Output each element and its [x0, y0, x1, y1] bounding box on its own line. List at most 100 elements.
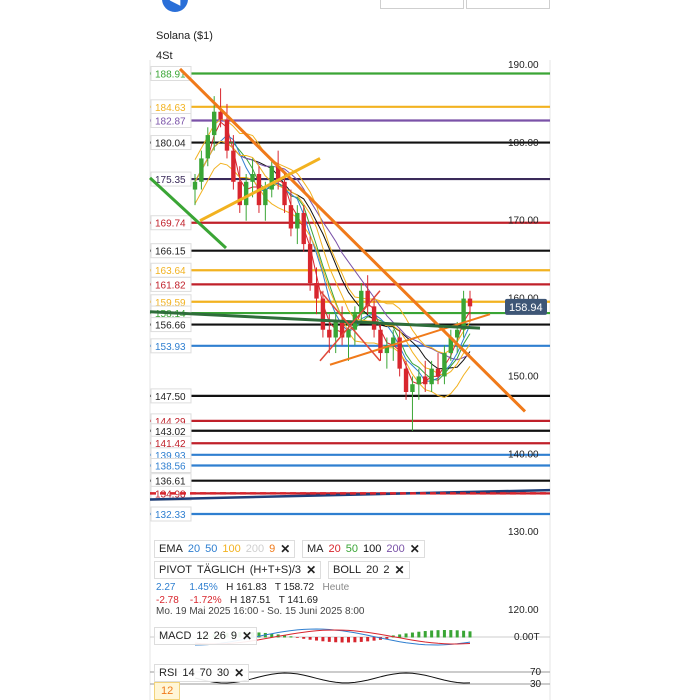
ma-indicator-row[interactable]: MA 20 50 100 200 ✕ [302, 540, 425, 558]
macd-histogram-bar [462, 630, 466, 638]
rsi-indicator-row[interactable]: RSI 14 70 30 ✕ [154, 664, 250, 682]
candle-body [327, 329, 332, 338]
ema-period-1: 20 [187, 543, 201, 555]
candle-body [263, 189, 268, 206]
y-axis-tick-label: 150.00 [508, 371, 539, 382]
macd-histogram-bar [417, 631, 421, 638]
boll-indicator-row[interactable]: BOLL 20 2 ✕ [328, 561, 410, 579]
candle-body [269, 166, 274, 190]
high-2: H 187.51 [229, 595, 271, 606]
ma-period-3: 100 [363, 543, 382, 555]
macd-close-icon[interactable]: ✕ [242, 629, 252, 643]
change-abs-down: -2.78 [156, 595, 179, 606]
macd-histogram-bar [353, 637, 357, 643]
macd-slow: 26 [213, 630, 226, 642]
candle-body [199, 158, 204, 182]
rsi-close-icon[interactable]: ✕ [234, 666, 244, 680]
ema-indicator-row[interactable]: EMA 20 50 100 200 9 ✕ [154, 540, 296, 558]
candle-body [423, 376, 428, 385]
macd-histogram-bar [340, 637, 344, 643]
y-axis-tick-label: 130.00 [508, 527, 539, 538]
macd-histogram-bar [315, 637, 319, 641]
rsi-upper-value: 70 [530, 667, 542, 678]
level-label: 169.74 [155, 219, 186, 230]
macd-histogram-bar [410, 632, 414, 638]
candle-body [416, 376, 422, 385]
candle-body [455, 329, 460, 338]
rsi-period: 14 [182, 667, 195, 679]
level-label: 161.82 [155, 280, 186, 291]
candle-body [250, 174, 255, 182]
ema-close-icon[interactable]: ✕ [280, 542, 290, 556]
date-range: Mo. 19 Mai 2025 16:00 - So. 15 Juni 2025… [156, 606, 365, 617]
change-pct-down: -1.72% [189, 595, 222, 606]
trend-line-navy[interactable] [149, 488, 551, 501]
y-axis-tick-label: 180.00 [508, 138, 539, 149]
trend-line-green[interactable] [149, 310, 481, 330]
y-axis-tick-label: 120.00 [508, 605, 539, 616]
rsi-upper-param: 70 [199, 667, 212, 679]
macd-histogram-bar [442, 630, 446, 638]
candle-body [371, 306, 377, 330]
macd-histogram-bar [372, 637, 376, 641]
macd-histogram-bar [455, 630, 459, 638]
boll-close-icon[interactable]: ✕ [395, 563, 405, 577]
pivot-mode: TÄGLICH [197, 564, 245, 576]
candle-body [333, 321, 338, 338]
ema-period-5: 9 [269, 543, 276, 555]
ma-close-icon[interactable]: ✕ [410, 542, 420, 556]
macd-indicator-row[interactable]: MACD 12 26 9 ✕ [154, 627, 258, 645]
pivot-close-icon[interactable]: ✕ [306, 563, 316, 577]
moving-average-line [194, 140, 471, 381]
stats-row-1: 2.27 1.45% H 161.83 T 158.72 Heute [156, 582, 349, 593]
level-label: 153.93 [155, 342, 186, 353]
macd-histogram-bar [468, 631, 472, 638]
candle-body [320, 298, 326, 330]
ema-period-4: 200 [245, 543, 265, 555]
macd-histogram-bar [404, 633, 408, 638]
ema-period-3: 100 [222, 543, 241, 555]
candle-body [410, 384, 415, 392]
level-label: 180.04 [155, 139, 186, 150]
boll-label: BOLL [333, 564, 362, 576]
candle-body [282, 181, 287, 206]
moving-average-line [194, 134, 471, 382]
ma-period-1: 20 [328, 543, 341, 555]
change-abs-up: 2.27 [156, 582, 176, 593]
macd-histogram-bar [289, 636, 293, 638]
macd-histogram-bar [436, 630, 440, 638]
candle-body [231, 150, 236, 182]
level-label: 138.56 [155, 461, 186, 472]
candle-body [243, 181, 249, 206]
macd-histogram-bar [295, 637, 299, 638]
candle-body [301, 212, 306, 245]
macd-histogram-bar [308, 637, 312, 640]
y-axis-tick-label: 170.00 [508, 216, 539, 227]
macd-histogram-bar [327, 637, 331, 642]
rsi-lower-param: 30 [216, 667, 230, 679]
ma-period-4: 200 [386, 543, 405, 555]
level-label: 147.50 [155, 392, 186, 403]
today-label: Heute [322, 582, 350, 593]
rsi-period-box[interactable]: 12 [154, 682, 181, 700]
macd-value: 0.00T [514, 632, 540, 643]
macd-label: MACD [159, 630, 192, 642]
pivot-formula: (H+T+S)/3 [249, 564, 302, 576]
ma-period-2: 50 [345, 543, 358, 555]
pivot-indicator-row[interactable]: PIVOT TÄGLICH (H+T+S)/3 ✕ [154, 561, 322, 579]
ema-label: EMA [159, 543, 183, 555]
level-label: 166.15 [155, 247, 186, 258]
moving-average-line [194, 140, 471, 377]
rsi-lower-value: 30 [530, 679, 542, 690]
level-label: 184.63 [155, 103, 186, 114]
macd-histogram-bar [321, 637, 325, 642]
candle-body [224, 119, 230, 151]
ma-label: MA [307, 543, 324, 555]
macd-fast: 12 [196, 630, 209, 642]
candle-body [314, 283, 319, 299]
boll-period: 20 [366, 564, 379, 576]
change-pct-up: 1.45% [189, 582, 218, 593]
macd-histogram-bar [346, 637, 350, 643]
candle-body [467, 298, 473, 307]
price-chart[interactable]: 188.91184.63182.87180.04175.35169.74166.… [0, 0, 700, 700]
